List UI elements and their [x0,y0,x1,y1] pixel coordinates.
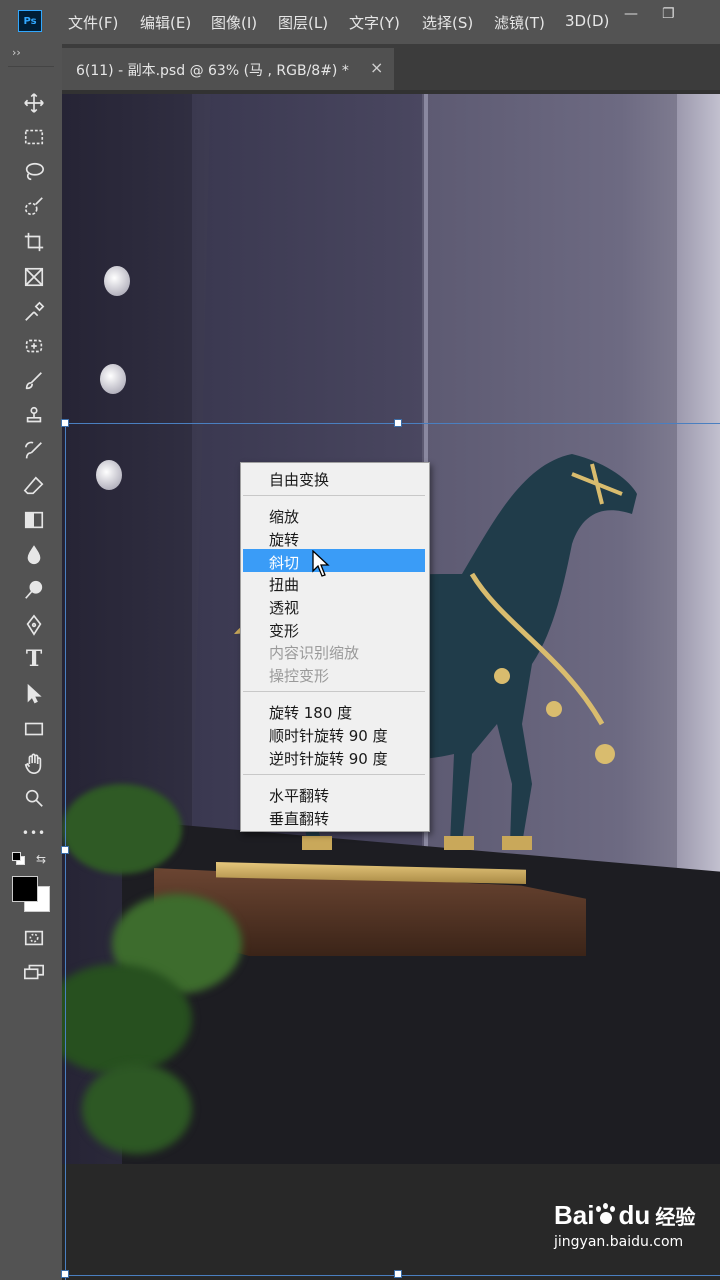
dodge-icon[interactable] [21,577,47,603]
menu-image[interactable]: 图像(I) [211,12,257,33]
history-brush-icon[interactable] [21,438,47,464]
move-icon[interactable] [21,90,47,116]
menu-file[interactable]: 文件(F) [68,12,118,33]
menu-item-flip-horizontal[interactable]: 水平翻转 [269,785,329,806]
panel-collapse-icon[interactable]: ›› [12,46,21,59]
wall-panel-right [677,94,720,894]
menu-item-warp[interactable]: 变形 [269,620,299,641]
menu-item-perspective[interactable]: 透视 [269,597,299,618]
transform-context-menu: 自由变换 缩放 旋转 斜切 扭曲 透视 变形 内容识别缩放 操控变形 旋转 18… [240,462,430,832]
document-tab[interactable]: 6(11) - 副本.psd @ 63% (马 , RGB/8#) * × [62,48,394,90]
wall-stud [96,460,122,490]
menu-layer[interactable]: 图层(L) [278,12,328,33]
menu-separator [243,495,425,496]
clone-stamp-icon[interactable] [21,403,47,429]
type-icon[interactable]: T [21,646,47,672]
watermark-brand-suffix: du [618,1200,651,1230]
quick-mask-icon[interactable] [21,925,47,951]
menu-item-distort[interactable]: 扭曲 [269,574,299,595]
crop-icon[interactable] [21,229,47,255]
brush-icon[interactable] [21,368,47,394]
healing-brush-icon[interactable] [21,333,47,359]
path-select-icon[interactable] [21,681,47,707]
menu-type[interactable]: 文字(Y) [349,12,400,33]
menu-item-content-aware-scale: 内容识别缩放 [269,644,360,662]
menu-item-rotate-90-cw[interactable]: 顺时针旋转 90 度 [269,725,388,746]
screen-mode-icon[interactable] [21,959,47,985]
watermark-cn: 经验 [655,1205,696,1229]
hand-icon[interactable] [21,751,47,777]
baidu-paw-icon [594,1202,618,1226]
wall-stud [104,266,130,296]
transform-handle-bottom-center[interactable] [394,1270,402,1278]
transform-bounding-box-bottom [65,1275,720,1276]
swap-colors-icon[interactable]: ⇆ [36,852,46,866]
document-tab-bar: 6(11) - 副本.psd @ 63% (马 , RGB/8#) * × [62,44,720,90]
frame-icon[interactable] [21,264,47,290]
watermark-url: jingyan.baidu.com [554,1234,684,1250]
menu-edit[interactable]: 编辑(E) [140,12,191,33]
transform-handle-top-left[interactable] [61,419,69,427]
watermark-brand: Bai [554,1200,595,1230]
gradient-icon[interactable] [21,507,47,533]
transform-handle-bottom-left[interactable] [61,1270,69,1278]
zoom-icon[interactable] [21,785,47,811]
quick-select-icon[interactable] [21,194,47,220]
mouse-cursor-icon [312,550,330,577]
menu-item-flip-vertical[interactable]: 垂直翻转 [269,808,329,829]
foreground-color-swatch[interactable] [12,876,38,902]
toolbar-divider [8,66,54,67]
wall-stud [100,364,126,394]
transform-handle-middle-left[interactable] [61,846,69,854]
restore-button[interactable]: ❐ [662,6,675,22]
eyedropper-icon[interactable] [21,299,47,325]
close-tab-icon[interactable]: × [370,58,383,77]
menu-3d[interactable]: 3D(D) [565,12,609,30]
transform-bounding-box-top [65,423,720,424]
default-colors-icon[interactable] [12,852,25,865]
photoshop-logo: Ps [18,10,42,32]
menu-item-rotate-90-ccw[interactable]: 逆时针旋转 90 度 [269,748,388,769]
minimize-button[interactable]: — [624,6,638,22]
pen-icon[interactable] [21,612,47,638]
more-icon[interactable]: ••• [21,820,47,846]
menu-bar: Ps 文件(F) 编辑(E) 图像(I) 图层(L) 文字(Y) 选择(S) 滤… [0,0,720,44]
menu-item-scale[interactable]: 缩放 [269,506,299,527]
rectangle-icon[interactable] [21,716,47,742]
menu-separator [243,691,425,692]
transform-handle-top-center[interactable] [394,419,402,427]
marquee-icon[interactable] [21,124,47,150]
lasso-icon[interactable] [21,159,47,185]
menu-separator [243,774,425,775]
menu-item-rotate-180[interactable]: 旋转 180 度 [269,702,352,723]
menu-filter[interactable]: 滤镜(T) [494,12,545,33]
tools-panel: ›› T ••• ⇆ [0,44,62,1280]
menu-item-skew[interactable]: 斜切 [269,552,299,573]
eraser-icon[interactable] [21,473,47,499]
menu-item-rotate[interactable]: 旋转 [269,529,299,550]
menu-item-free-transform[interactable]: 自由变换 [269,469,329,490]
menu-select[interactable]: 选择(S) [422,12,473,33]
blur-icon[interactable] [21,542,47,568]
menu-item-puppet-warp: 操控变形 [269,667,330,685]
foreground-plant [62,784,262,1164]
document-tab-title: 6(11) - 副本.psd @ 63% (马 , RGB/8#) * [76,63,349,79]
